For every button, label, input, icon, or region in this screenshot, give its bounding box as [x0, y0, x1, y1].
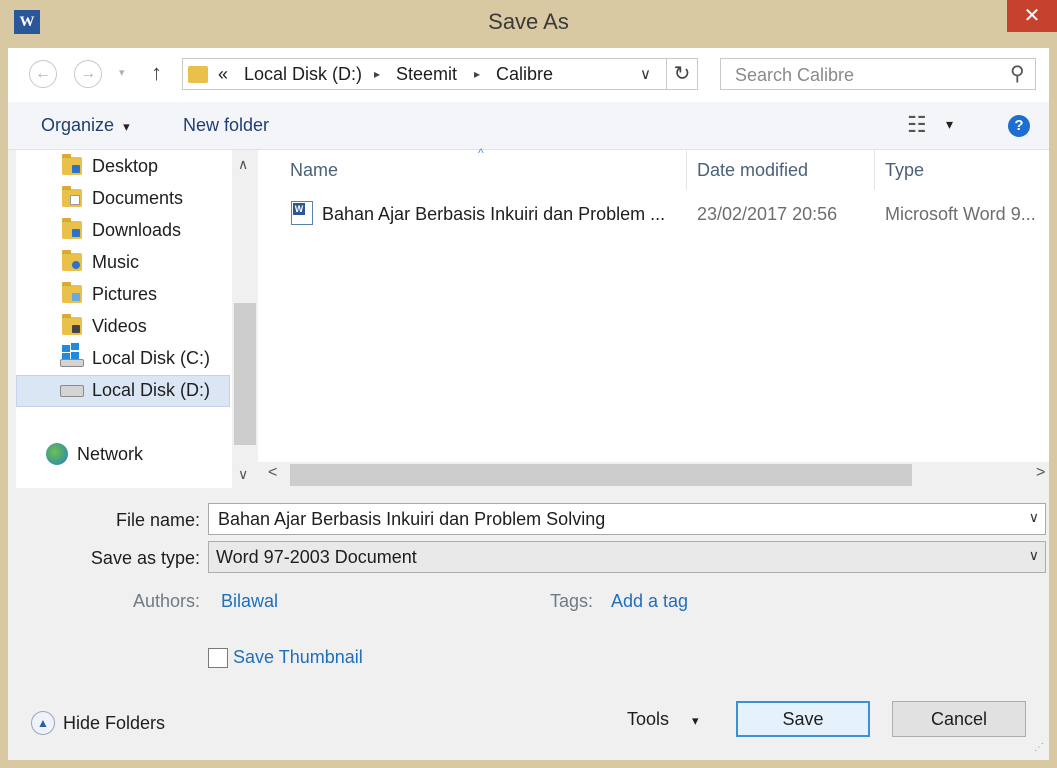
sidebar-item-videos[interactable]: Videos — [16, 311, 230, 343]
save-thumbnail-label[interactable]: Save Thumbnail — [233, 647, 363, 668]
sidebar-item-label: Music — [92, 252, 140, 272]
view-options-caret-icon[interactable]: ▾ — [946, 116, 953, 133]
sidebar-scroll-up-icon[interactable]: ∧ — [238, 156, 248, 173]
music-icon — [62, 250, 82, 271]
sidebar-item-desktop[interactable]: Desktop — [16, 151, 230, 183]
scroll-left-icon[interactable]: < — [268, 464, 277, 482]
column-header-type[interactable]: Type — [885, 160, 924, 181]
column-header-date-modified[interactable]: Date modified — [697, 160, 808, 181]
sidebar-item-label: Network — [77, 444, 144, 464]
column-divider[interactable] — [686, 150, 687, 190]
sidebar-item-label: Local Disk (D:) — [92, 380, 211, 400]
word-document-icon: W — [291, 201, 313, 225]
recent-locations-button[interactable]: ▾ — [119, 66, 125, 79]
hide-folders-icon[interactable]: ▲ — [31, 711, 55, 735]
breadcrumb-overflow[interactable]: « — [218, 64, 228, 85]
sidebar-item-local-disk-d[interactable]: Local Disk (D:) — [16, 375, 230, 407]
new-folder-button[interactable]: New folder — [183, 115, 269, 136]
windows-drive-icon — [60, 343, 84, 367]
desktop-icon — [62, 154, 82, 175]
refresh-button[interactable]: ↻ — [666, 58, 698, 90]
sidebar-item-label: Documents — [92, 188, 184, 208]
sidebar-item-pictures[interactable]: Pictures — [16, 279, 230, 311]
up-button[interactable]: ↑ — [151, 60, 162, 86]
tools-caret-icon: ▾ — [692, 713, 699, 728]
sidebar-item-label: Desktop — [92, 156, 159, 176]
cancel-button[interactable]: Cancel — [892, 701, 1026, 737]
file-type-cell: Microsoft Word 9... — [885, 204, 1036, 224]
save-as-type-select[interactable]: Word 97-2003 Document ∨ — [208, 541, 1046, 573]
sidebar-item-music[interactable]: Music — [16, 247, 230, 279]
breadcrumb-local-disk-d[interactable]: Local Disk (D:) — [244, 64, 362, 85]
tags-label: Tags: — [550, 591, 594, 611]
network-icon — [46, 443, 68, 465]
authors-label: Authors: — [133, 591, 201, 611]
sidebar-item-documents[interactable]: Documents — [16, 183, 230, 215]
breadcrumb-separator[interactable]: ▸ — [474, 67, 480, 81]
sidebar-item-label: Pictures — [92, 284, 158, 304]
search-input[interactable] — [733, 60, 997, 90]
search-icon[interactable]: ⚲ — [1010, 61, 1025, 86]
close-button[interactable]: ✕ — [1007, 0, 1057, 32]
organize-label: Organize — [41, 115, 115, 135]
sidebar-item-label: Local Disk (C:) — [92, 348, 211, 368]
back-button[interactable]: ← — [29, 60, 57, 88]
hide-folders-button[interactable]: Hide Folders — [63, 713, 165, 734]
folder-icon — [188, 63, 208, 83]
chevron-down-icon[interactable]: ∨ — [1029, 547, 1039, 564]
videos-icon — [62, 314, 82, 335]
tools-button[interactable]: Tools ▾ — [627, 709, 699, 730]
file-name-input[interactable] — [218, 506, 1018, 532]
address-dropdown-button[interactable]: ∨ — [640, 65, 651, 83]
sidebar-item-local-disk-c[interactable]: Local Disk (C:) — [16, 343, 230, 375]
column-divider[interactable] — [874, 150, 875, 190]
forward-button[interactable]: → — [74, 60, 102, 88]
sidebar-item-label: Downloads — [92, 220, 182, 240]
organize-caret-icon: ▾ — [123, 119, 130, 134]
save-button[interactable]: Save — [736, 701, 870, 737]
drive-icon — [60, 385, 84, 397]
help-icon[interactable]: ? — [1008, 115, 1030, 137]
window-title: Save As — [488, 9, 569, 34]
column-header-name[interactable]: Name — [290, 160, 338, 181]
view-options-icon[interactable]: ☷ — [907, 112, 927, 138]
save-thumbnail-checkbox[interactable] — [208, 648, 228, 668]
chevron-down-icon[interactable]: ∨ — [1029, 509, 1039, 526]
documents-icon — [62, 186, 82, 207]
tools-label: Tools — [627, 709, 670, 729]
pictures-icon — [62, 282, 82, 303]
sidebar-item-downloads[interactable]: Downloads — [16, 215, 230, 247]
scroll-right-icon[interactable]: > — [1036, 464, 1045, 482]
word-document-icon-letter: W — [293, 203, 305, 215]
horizontal-scroll-thumb[interactable] — [290, 464, 912, 486]
sidebar-item-label: Videos — [92, 316, 147, 336]
downloads-icon — [62, 218, 82, 239]
sort-ascending-icon: ^ — [478, 146, 484, 160]
sidebar-scroll-thumb[interactable] — [234, 303, 256, 445]
organize-button[interactable]: Organize ▾ — [41, 115, 130, 136]
save-as-type-value: Word 97-2003 Document — [216, 547, 417, 567]
command-bar — [8, 102, 1049, 150]
sidebar-scroll-down-icon[interactable]: ∨ — [238, 466, 248, 483]
search-box[interactable]: ⚲ — [720, 58, 1036, 90]
save-as-type-label: Save as type: — [90, 548, 200, 568]
breadcrumb-steemit[interactable]: Steemit — [396, 64, 457, 85]
resize-grip-icon[interactable]: ⋰ — [1034, 742, 1044, 753]
sidebar-item-network[interactable]: Network — [16, 439, 230, 471]
breadcrumb-calibre[interactable]: Calibre — [496, 64, 553, 85]
breadcrumb-separator[interactable]: ▸ — [374, 67, 380, 81]
authors-value[interactable]: Bilawal — [221, 591, 278, 612]
file-name-combobox[interactable]: ∨ — [208, 503, 1046, 535]
file-name-cell[interactable]: Bahan Ajar Berbasis Inkuiri dan Problem … — [322, 204, 665, 225]
file-name-label: File name: — [115, 510, 200, 530]
add-tag-link[interactable]: Add a tag — [611, 591, 688, 612]
file-date-cell: 23/02/2017 20:56 — [697, 204, 838, 224]
